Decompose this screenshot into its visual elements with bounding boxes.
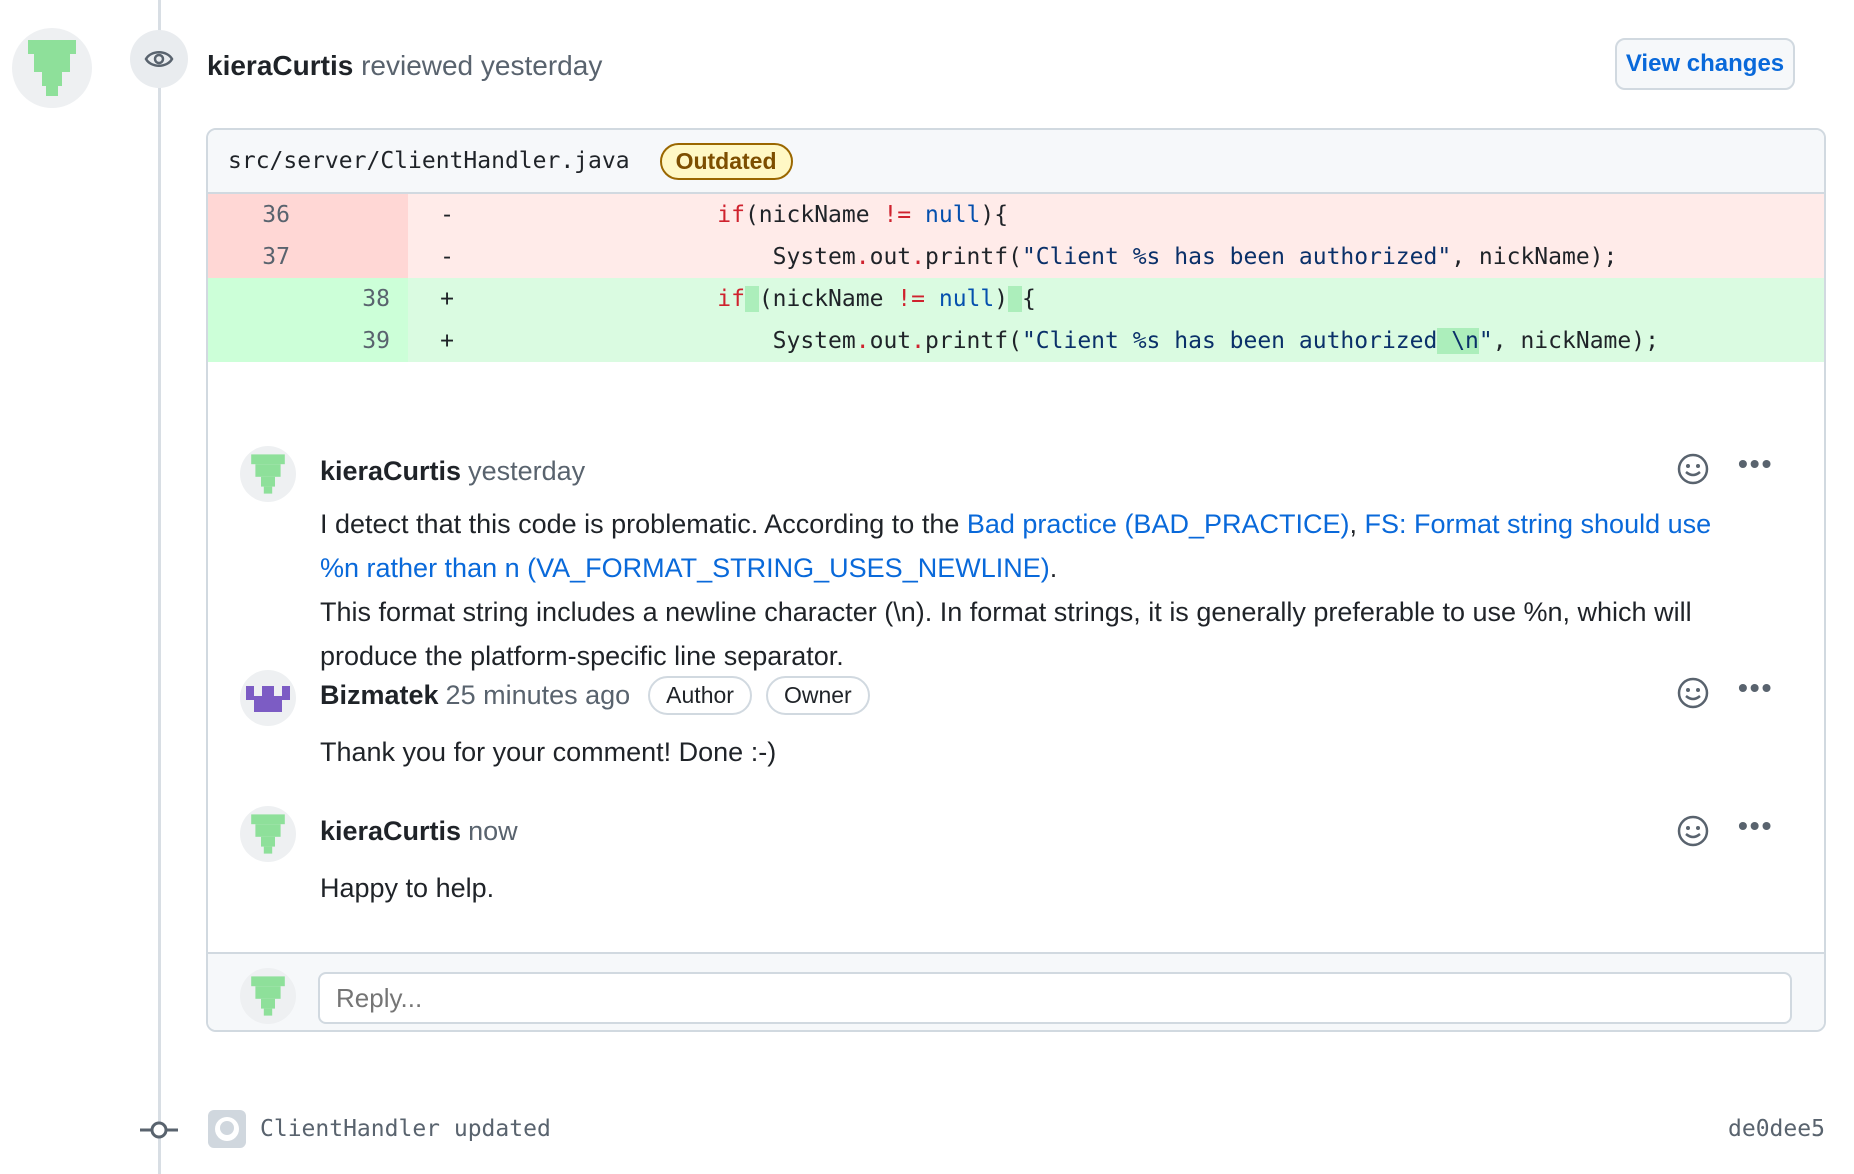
review-thread: src/server/ClientHandler.java Outdated 3… (206, 128, 1826, 1032)
author-label: Author (648, 676, 752, 715)
code-line: System.out.printf("Client %s has been au… (468, 328, 1659, 354)
reply-input[interactable] (318, 972, 1792, 1024)
commit-sha[interactable]: de0dee5 (1728, 1116, 1825, 1142)
bad-practice-link[interactable]: Bad practice (BAD_PRACTICE) (967, 509, 1350, 539)
file-header: src/server/ClientHandler.java Outdated (208, 130, 1824, 194)
review-action: reviewed (361, 50, 474, 81)
diff-sign: - (440, 202, 454, 228)
comment-separator: , (1349, 509, 1365, 539)
comment-time[interactable]: 25 minutes ago (446, 680, 631, 711)
diff-sign: - (440, 244, 454, 270)
kebab-icon[interactable]: ••• (1738, 672, 1773, 704)
smiley-icon[interactable] (1676, 676, 1710, 710)
view-changes-button[interactable]: View changes (1615, 38, 1795, 90)
git-commit-icon (140, 1121, 178, 1139)
kebab-icon[interactable]: ••• (1738, 448, 1773, 480)
review-header: kieraCurtis reviewed yesterday (207, 50, 602, 82)
comment-avatar[interactable] (240, 806, 296, 862)
new-line-number[interactable] (308, 236, 408, 278)
github-icon[interactable] (208, 1110, 246, 1148)
code-line: if(nickName != null){ (717, 202, 1009, 228)
smiley-icon[interactable] (1676, 814, 1710, 848)
kebab-icon[interactable]: ••• (1738, 810, 1773, 842)
comment-time[interactable]: now (468, 816, 518, 847)
code-line: if (nickName != null) { (717, 286, 1036, 312)
diff-line-deleted: 36 - if(nickName != null){ (208, 194, 1824, 236)
diff-line-added: 38 + if (nickName != null) { (208, 278, 1824, 320)
eye-icon (130, 30, 188, 88)
comment-text-end: . (1049, 553, 1058, 583)
comment-header: kieraCurtis yesterday (320, 456, 585, 487)
comment-avatar[interactable] (240, 446, 296, 502)
diff-line-added: 39 + System.out.printf("Client %s has be… (208, 320, 1824, 362)
reviewer-name[interactable]: kieraCurtis (207, 50, 353, 81)
comment-author[interactable]: kieraCurtis (320, 816, 461, 847)
code-line: System.out.printf("Client %s has been au… (468, 244, 1618, 270)
new-line-number[interactable]: 39 (308, 320, 408, 362)
outdated-badge: Outdated (659, 142, 793, 180)
timeline-line (158, 0, 161, 1174)
new-line-number[interactable] (308, 194, 408, 236)
comment-detail: This format string includes a newline ch… (320, 597, 1692, 671)
old-line-number[interactable]: 37 (208, 236, 308, 278)
comment-body: I detect that this code is problematic. … (320, 502, 1750, 678)
reply-avatar (240, 968, 296, 1024)
old-line-number[interactable]: 36 (208, 194, 308, 236)
file-path[interactable]: src/server/ClientHandler.java (228, 148, 630, 174)
old-line-number[interactable] (208, 320, 308, 362)
comment-avatar[interactable] (240, 670, 296, 726)
comment-text: I detect that this code is problematic. … (320, 509, 967, 539)
new-line-number[interactable]: 38 (308, 278, 408, 320)
comment-header: Bizmatek 25 minutes ago Author Owner (320, 676, 870, 715)
diff-sign: + (440, 286, 454, 312)
comment-body: Happy to help. (320, 873, 495, 903)
reviewer-avatar[interactable] (12, 28, 92, 108)
comment-author[interactable]: Bizmatek (320, 680, 439, 711)
comment-body: Thank you for your comment! Done :-) (320, 737, 777, 767)
owner-label: Owner (765, 676, 870, 715)
old-line-number[interactable] (208, 278, 308, 320)
commit-message[interactable]: ClientHandler updated (260, 1116, 551, 1142)
reply-row (208, 952, 1824, 1030)
comment-header: kieraCurtis now (320, 816, 518, 847)
diff-line-deleted: 37 - System.out.printf("Client %s has be… (208, 236, 1824, 278)
diff-sign: + (440, 328, 454, 354)
comment-time[interactable]: yesterday (468, 456, 585, 487)
comment-author[interactable]: kieraCurtis (320, 456, 461, 487)
smiley-icon[interactable] (1676, 452, 1710, 486)
review-time[interactable]: yesterday (481, 50, 602, 81)
